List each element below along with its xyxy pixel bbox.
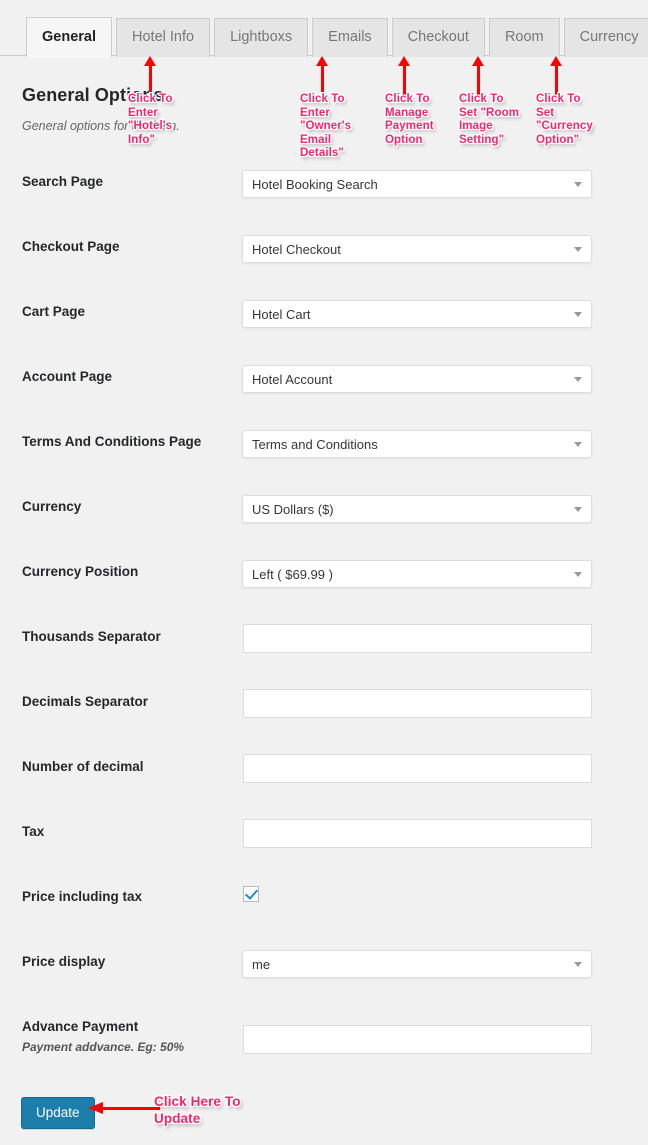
arrow-head-icon [144, 56, 156, 66]
price-including-tax-checkbox[interactable] [243, 886, 259, 902]
form-row-account-page: Account Page Hotel Account [0, 355, 648, 420]
currency-position-select-wrap: Left ( $69.99 ) [242, 560, 592, 588]
form-row-thousands-separator: Thousands Separator [0, 615, 648, 680]
currency-select-wrap: US Dollars ($) [242, 495, 592, 523]
field-label: Price display [22, 954, 106, 969]
field-label: Checkout Page [22, 239, 120, 254]
thousands-separator-input[interactable] [243, 624, 592, 653]
form-row-checkout-page: Checkout Page Hotel Checkout [0, 225, 648, 290]
annotation-label-room: Click To Set "Room Image Setting" [459, 93, 520, 146]
currency-select[interactable]: US Dollars ($) [242, 495, 592, 523]
advance-payment-input[interactable] [243, 1025, 592, 1054]
tab-bar: General Hotel Info Lightboxs Emails Chec… [0, 0, 648, 58]
tab-hotel-info[interactable]: Hotel Info [116, 18, 211, 57]
arrow-head-icon [550, 56, 562, 66]
annotation-arrow-currency [550, 56, 563, 98]
field-label: Number of decimal [22, 759, 144, 774]
form-row-price-display: Price display me [0, 940, 648, 1005]
field-label: Currency Position [22, 564, 139, 579]
form-row-decimals-separator: Decimals Separator [0, 680, 648, 745]
field-label: Decimals Separator [22, 694, 149, 709]
form-row-advance-payment: Advance Payment Payment addvance. Eg: 50… [0, 1005, 648, 1070]
checkout-page-select-wrap: Hotel Checkout [242, 235, 592, 263]
field-label: Price including tax [22, 889, 143, 904]
tab-label: Room [504, 29, 544, 46]
cart-page-select[interactable]: Hotel Cart [242, 300, 592, 328]
tab-currency[interactable]: Currency [563, 18, 648, 57]
annotation-arrow-room [472, 56, 485, 98]
price-display-select[interactable]: me [242, 950, 592, 978]
search-page-select[interactable]: Hotel Booking Search [242, 170, 592, 198]
form-row-tax: Tax [0, 810, 648, 875]
tab-label: Emails [328, 29, 372, 46]
checkout-page-select[interactable]: Hotel Checkout [242, 235, 592, 263]
terms-page-select[interactable]: Terms and Conditions [242, 430, 592, 458]
tab-label: Checkout [407, 29, 469, 46]
update-button[interactable]: Update [21, 1097, 95, 1129]
tax-input[interactable] [243, 819, 592, 848]
tab-label: Hotel Info [132, 29, 195, 46]
field-label: Terms And Conditions Page [22, 434, 202, 449]
form-row-number-of-decimal: Number of decimal [0, 745, 648, 810]
arrow-head-icon [472, 56, 484, 66]
account-page-select[interactable]: Hotel Account [242, 365, 592, 393]
price-including-tax-wrap [243, 886, 259, 902]
field-label: Advance Payment [22, 1019, 139, 1034]
arrow-head-icon [398, 56, 410, 66]
field-label: Currency [22, 499, 82, 514]
form-row-search-page: Search Page Hotel Booking Search [0, 160, 648, 225]
annotation-label-currency: Click To Set "Currency Option" [536, 93, 593, 146]
field-description: Payment addvance. Eg: 50% [22, 1040, 185, 1054]
tab-emails[interactable]: Emails [312, 18, 388, 57]
currency-position-select[interactable]: Left ( $69.99 ) [242, 560, 592, 588]
tab-list: General Hotel Info Lightboxs Emails Chec… [26, 17, 648, 58]
form-row-terms-page: Terms And Conditions Page Terms and Cond… [0, 420, 648, 485]
page-header: General Options General options for the … [22, 85, 422, 133]
field-label: Tax [22, 824, 45, 839]
field-label: Thousands Separator [22, 629, 161, 644]
price-display-select-wrap: me [242, 950, 592, 978]
page-subtitle: General options for the item. [22, 119, 180, 133]
tab-general[interactable]: General [26, 17, 112, 58]
form-actions: Update [0, 1092, 648, 1145]
account-page-select-wrap: Hotel Account [242, 365, 592, 393]
decimals-separator-input[interactable] [243, 689, 592, 718]
form-row-currency: Currency US Dollars ($) [0, 485, 648, 550]
arrow-shaft [477, 63, 480, 98]
page-title: General Options [22, 85, 164, 105]
field-label: Account Page [22, 369, 113, 384]
tab-label: Currency [579, 29, 639, 46]
search-page-select-wrap: Hotel Booking Search [242, 170, 592, 198]
terms-page-select-wrap: Terms and Conditions [242, 430, 592, 458]
settings-form: Search Page Hotel Booking Search Checkou… [0, 160, 648, 1070]
field-label: Search Page [22, 174, 104, 189]
form-row-cart-page: Cart Page Hotel Cart [0, 290, 648, 355]
tab-label: Lightboxs [230, 29, 293, 46]
tab-label: General [42, 28, 96, 45]
cart-page-select-wrap: Hotel Cart [242, 300, 592, 328]
tab-lightboxs[interactable]: Lightboxs [214, 18, 309, 57]
form-row-price-including-tax: Price including tax [0, 875, 648, 940]
arrow-shaft [555, 63, 558, 98]
tab-checkout[interactable]: Checkout [391, 18, 485, 57]
field-label: Cart Page [22, 304, 86, 319]
arrow-head-icon [316, 56, 328, 66]
tab-room[interactable]: Room [488, 18, 560, 57]
form-row-currency-position: Currency Position Left ( $69.99 ) [0, 550, 648, 615]
number-of-decimal-input[interactable] [243, 754, 592, 783]
